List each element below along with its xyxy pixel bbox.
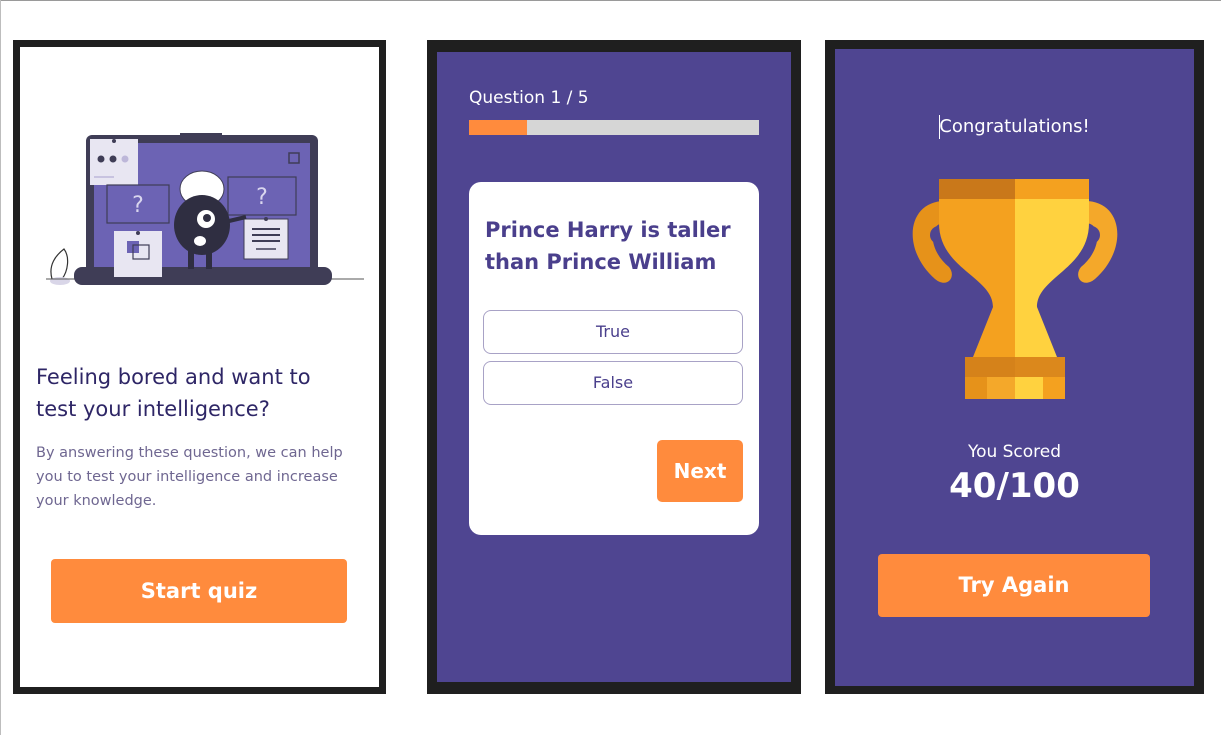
question-screen: Question 1 / 5 Prince Harry is taller th…: [437, 52, 791, 682]
question-text: Prince Harry is taller than Prince Willi…: [485, 218, 731, 274]
progress-bar-fill: [469, 120, 527, 135]
answer-option-true[interactable]: True: [483, 310, 743, 354]
illustration-question-mark: ?: [256, 185, 268, 210]
congratulations-title: Congratulations!: [939, 116, 1090, 137]
question-phone-frame: Question 1 / 5 Prince Harry is taller th…: [427, 40, 801, 694]
try-again-button[interactable]: Try Again: [878, 554, 1150, 617]
question-progress-label: Question 1 / 5: [469, 88, 589, 108]
you-scored-label: You Scored: [967, 442, 1062, 462]
question-card: Prince Harry is taller than Prince Willi…: [469, 182, 759, 535]
laptop-illustration-icon: ? ?: [46, 133, 364, 285]
intro-heading: Feeling bored and want to test your inte…: [36, 365, 311, 421]
score-value: 40/100: [949, 466, 1080, 506]
text-cursor: [939, 115, 940, 139]
trophy-icon: [912, 179, 1118, 399]
intro-phone-frame: ? ? Feeling bored and want to test your …: [13, 40, 386, 694]
intro-screen: ? ? Feeling bored and want to test your …: [20, 47, 379, 687]
top-divider: [0, 0, 1221, 1]
next-button[interactable]: Next: [657, 440, 743, 502]
question-progress-bar: [469, 120, 759, 135]
intro-description: By answering these question, we can help…: [36, 445, 343, 509]
left-divider: [0, 0, 1, 735]
answer-option-false[interactable]: False: [483, 361, 743, 405]
illustration-question-mark: ?: [132, 193, 144, 218]
result-phone-frame: Congratulations! You Scored 40/100 Try A: [825, 40, 1204, 694]
result-screen: Congratulations! You Scored 40/100 Try A: [835, 49, 1194, 686]
start-quiz-button[interactable]: Start quiz: [51, 559, 347, 623]
